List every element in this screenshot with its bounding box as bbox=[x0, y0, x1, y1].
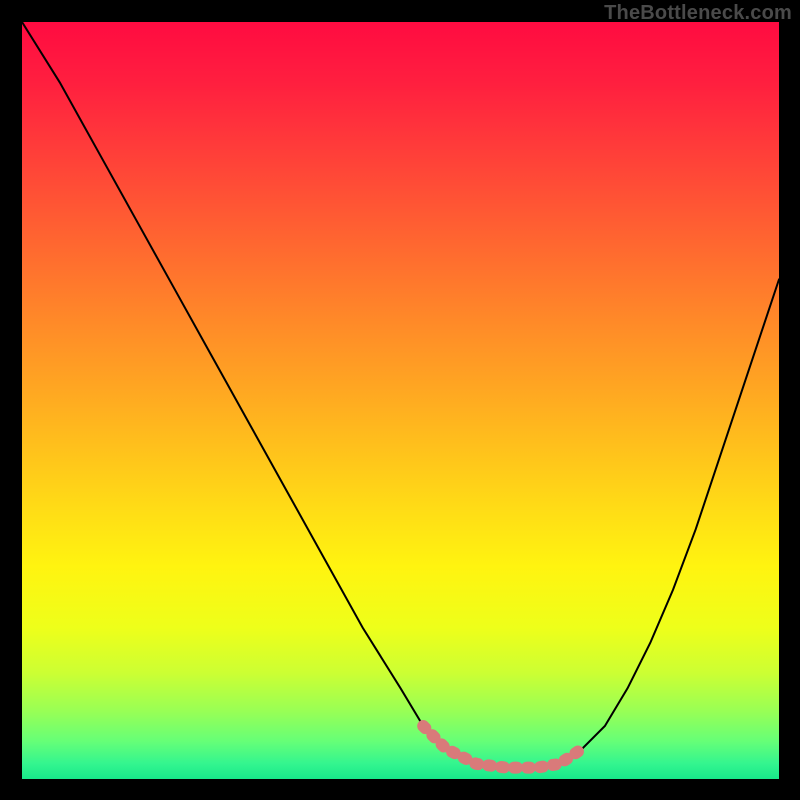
chart-container: TheBottleneck.com bbox=[0, 0, 800, 800]
chart-svg bbox=[22, 22, 779, 779]
gradient-background bbox=[22, 22, 779, 779]
watermark-text: TheBottleneck.com bbox=[604, 2, 792, 25]
